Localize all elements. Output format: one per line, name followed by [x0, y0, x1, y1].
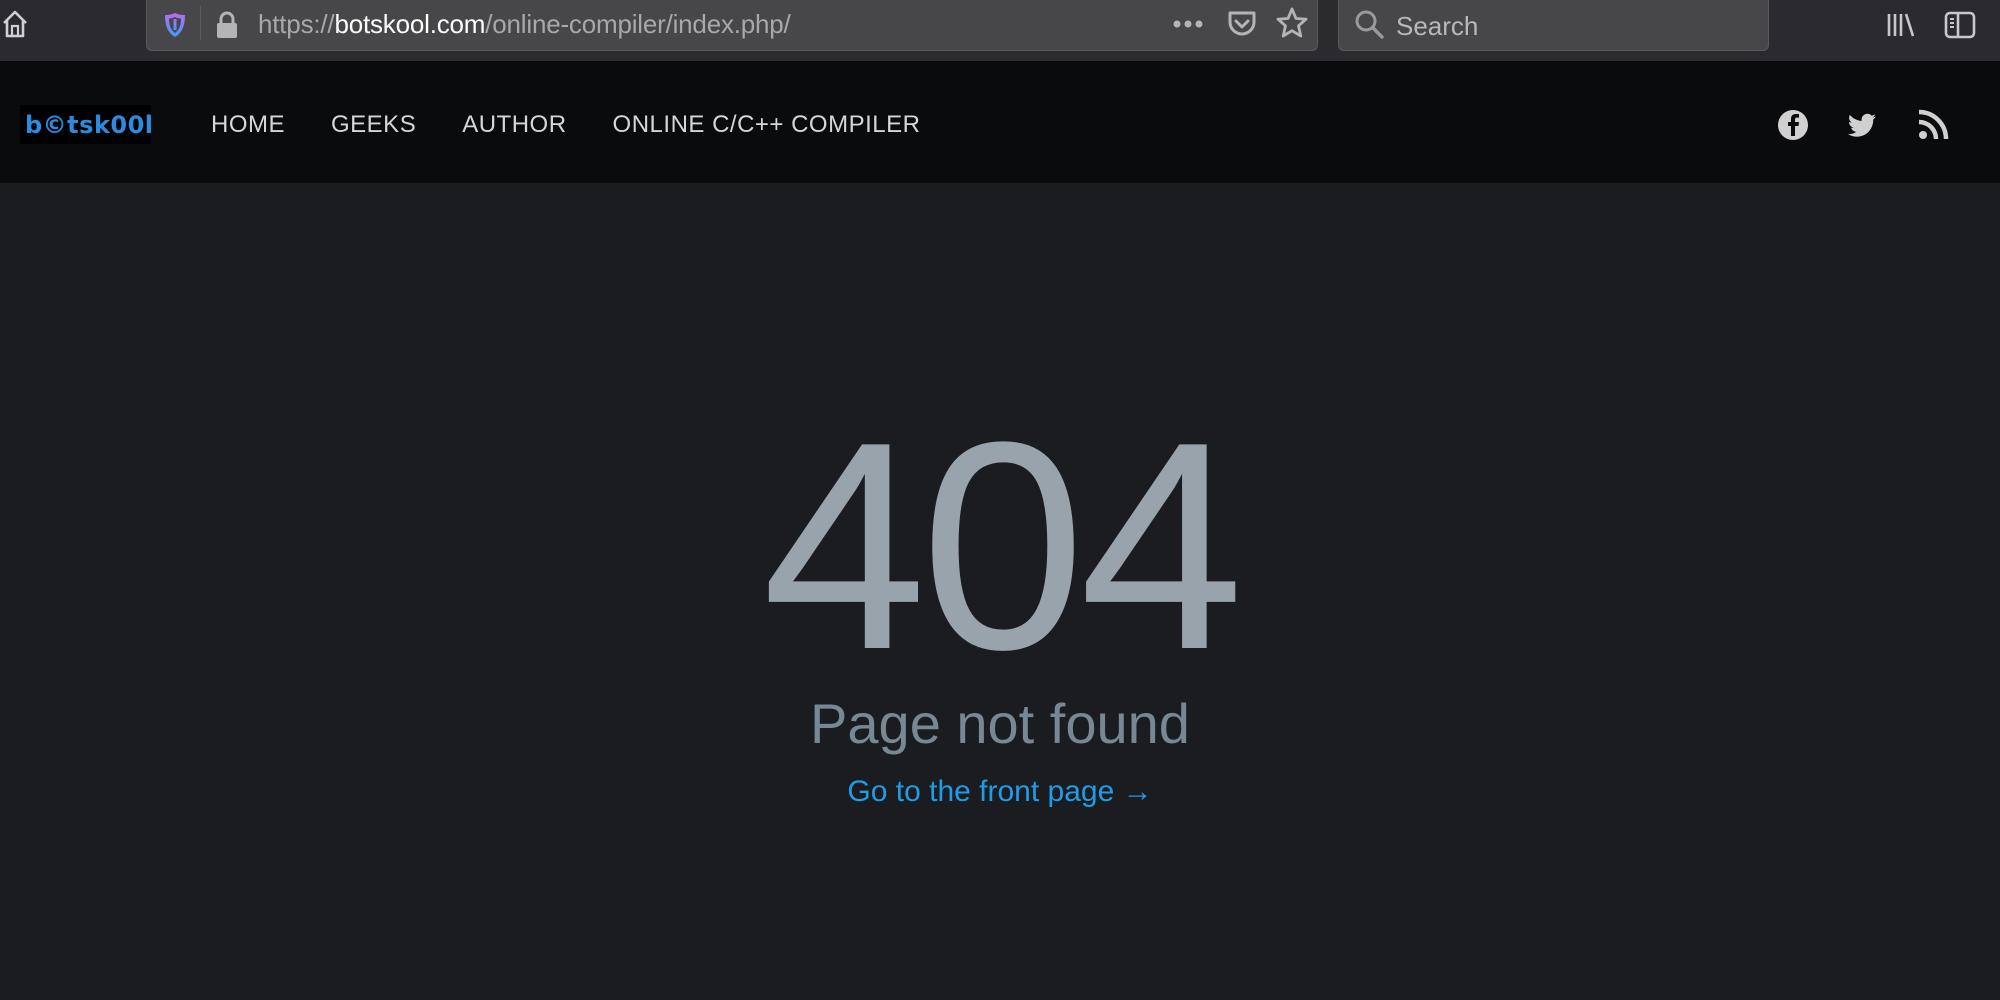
url-prefix: https:// [258, 9, 335, 39]
browser-toolbar: https://botskool.com/online-compiler/ind… [0, 0, 2000, 61]
nav-online-compiler[interactable]: ONLINE C/C++ COMPILER [613, 111, 921, 139]
page-actions-icon[interactable] [1169, 8, 1209, 40]
lock-icon[interactable] [214, 10, 240, 40]
site-header: b©tsk00l HOME GEEKS AUTHOR ONLINE C/C++ … [0, 61, 2000, 183]
logo-text: b©tsk00l [25, 110, 154, 139]
url-text[interactable]: https://botskool.com/online-compiler/ind… [258, 9, 791, 40]
error-message: Page not found [810, 692, 1190, 755]
url-bar[interactable]: https://botskool.com/online-compiler/ind… [146, 0, 1318, 51]
search-placeholder: Search [1396, 11, 1479, 41]
front-page-link[interactable]: Go to the front page → [847, 775, 1152, 808]
url-separator [200, 6, 201, 40]
bookmark-star-icon[interactable] [1275, 6, 1309, 40]
rss-icon[interactable] [1916, 108, 1950, 142]
main-nav: HOME GEEKS AUTHOR ONLINE C/C++ COMPILER [211, 111, 966, 139]
search-bar[interactable]: Search [1338, 0, 1769, 51]
url-host: botskool.com [334, 9, 486, 39]
home-icon [3, 10, 27, 38]
search-icon [1355, 10, 1384, 39]
sidebar-icon[interactable] [1943, 8, 1977, 42]
nav-author[interactable]: AUTHOR [462, 111, 566, 139]
main-content: 404 Page not found Go to the front page … [0, 183, 2000, 1000]
error-code: 404 [762, 380, 1244, 711]
nav-geeks[interactable]: GEEKS [331, 111, 416, 139]
home-button[interactable] [0, 8, 30, 40]
facebook-icon[interactable] [1776, 108, 1810, 142]
twitter-icon[interactable] [1845, 108, 1879, 142]
tracking-shield-icon[interactable] [161, 10, 189, 40]
url-path: /online-compiler/index.php/ [485, 9, 791, 39]
nav-home[interactable]: HOME [211, 111, 285, 139]
front-page-link-wrap: Go to the front page → [0, 775, 2000, 809]
pocket-icon[interactable] [1225, 8, 1259, 40]
site-logo[interactable]: b©tsk00l [20, 105, 154, 144]
library-icon[interactable] [1884, 8, 1918, 42]
